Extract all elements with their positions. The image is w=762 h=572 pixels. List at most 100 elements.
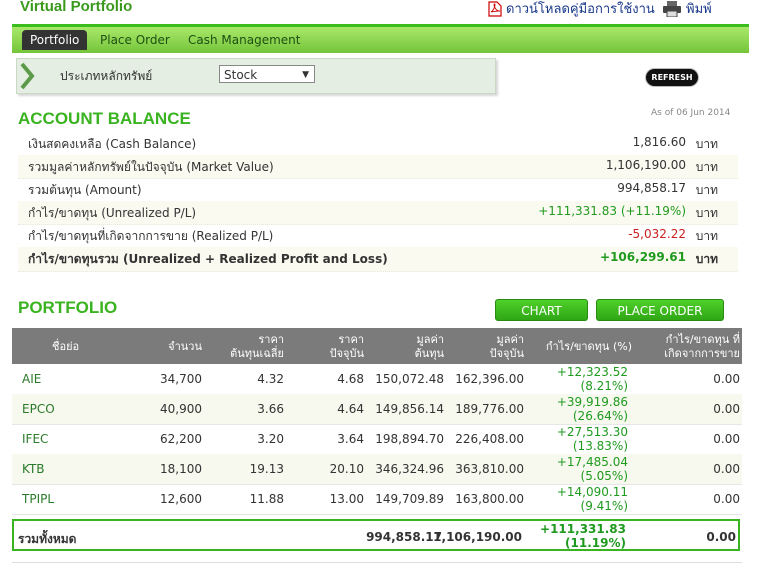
cell-pl-pct: (26.64%) [572,409,628,423]
cell-cost-value: 346,324.96 [375,462,444,476]
cell-pl-amount: +14,090.11 [556,485,628,499]
as-of-date: As of 06 Jun 2014 [651,108,731,118]
security-type-value: Stock [224,68,258,82]
table-row[interactable]: KTB 18,100 19.13 20.10 346,324.96 363,81… [12,454,742,485]
cell-cost-value: 150,072.48 [375,372,444,386]
chevron-down-icon: ▼ [302,70,309,80]
main-nav: Portfolio Place Order Cash Management [12,24,749,53]
row-label: เงินสดคงเหลือ (Cash Balance) [28,137,197,151]
tab-cash-management[interactable]: Cash Management [180,30,308,50]
portfolio-title: PORTFOLIO [18,298,118,317]
cell-volume: 40,900 [160,402,202,416]
col-avg-cost-line1: ราคา [258,333,284,346]
place-order-button[interactable]: PLACE ORDER [596,299,724,321]
total-pl-amount: +111,331.83 [540,522,626,536]
row-label: รวมมูลค่าหลักทรัพย์ในปัจจุบัน (Market Va… [28,160,274,174]
tab-place-order[interactable]: Place Order [92,30,178,50]
cell-pl-pct: (13.83%) [572,439,628,453]
divider [12,562,742,563]
chart-button[interactable]: CHART [495,299,588,321]
printer-icon [663,0,681,17]
row-unit: บาท [695,252,718,266]
cell-avg-cost: 19.13 [249,462,284,476]
col-volume: จำนวน [168,340,202,353]
cell-avg-cost: 3.66 [257,402,284,416]
cell-pl-amount: +27,513.30 [556,425,628,439]
col-symbol: ชื่อย่อ [52,340,80,353]
row-unit: บาท [695,206,718,220]
total-pl: +111,331.83 (11.19%) [540,522,626,550]
row-value: -5,032.22 [628,227,686,241]
cell-cost-value: 149,856.14 [375,402,444,416]
account-balance-title: ACCOUNT BALANCE [18,109,191,128]
row-value: +106,299.61 [600,250,686,264]
cell-price: 4.68 [337,372,364,386]
total-label: รวมทั้งหมด [18,532,77,546]
cell-avg-cost: 4.32 [257,372,284,386]
cash-balance-row: เงินสดคงเหลือ (Cash Balance) 1,816.60 บา… [18,132,738,156]
pdf-icon [488,0,502,17]
portfolio-total-row: รวมทั้งหมด 994,858.17 1,106,190.00 +111,… [12,519,740,551]
row-value: 994,858.17 [617,181,686,195]
table-row[interactable]: EPCO 40,900 3.66 4.64 149,856.14 189,776… [12,394,742,425]
cell-volume: 18,100 [160,462,202,476]
col-cost-value: มูลค่า ต้นทุน [380,333,444,361]
cell-symbol[interactable]: TPIPL [22,492,54,506]
cell-cost-value: 149,709.89 [375,492,444,506]
print-link[interactable]: พิมพ์ [662,0,712,19]
col-price: ราคา ปัจจุบัน [298,333,364,361]
security-type-select[interactable]: Stock ▼ [219,65,315,83]
cell-pl: +17,485.04 (5.05%) [557,455,628,483]
security-type-label: ประเภทหลักทรัพย์ [60,69,153,83]
total-cost-value: 994,858.17 [366,530,442,544]
market-value-row: รวมมูลค่าหลักทรัพย์ในปัจจุบัน (Market Va… [18,155,738,179]
cell-pl: +27,513.30 (13.83%) [557,425,628,453]
cell-pl-pct: (9.41%) [580,499,628,513]
table-row[interactable]: IFEC 62,200 3.20 3.64 198,894.70 226,408… [12,424,742,455]
cell-pl-pct: (8.21%) [580,379,628,393]
row-label: กำไร/ขาดทุน (Unrealized P/L) [28,206,197,220]
refresh-button[interactable]: REFRESH [646,69,698,86]
col-pl-pct: กำไร/ขาดทุน (%) [545,340,632,353]
total-realized: 0.00 [706,530,736,544]
cell-symbol[interactable]: IFEC [22,432,48,446]
cell-market-value: 162,396.00 [455,372,524,386]
row-unit: บาท [695,160,718,174]
cell-pl-amount: +17,485.04 [556,455,628,469]
row-value: 1,106,190.00 [605,158,686,172]
cell-realized: 0.00 [713,432,740,446]
col-realized-line2: เกิดจากการขาย [664,347,740,360]
cell-market-value: 163,800.00 [455,492,524,506]
table-row[interactable]: AIE 34,700 4.32 4.68 150,072.48 162,396.… [12,364,742,395]
tab-portfolio[interactable]: Portfolio [22,30,88,50]
row-value: 1,816.60 [632,135,686,149]
total-pl-row: กำไร/ขาดทุนรวม (Unrealized + Realized Pr… [18,247,738,272]
cell-price: 20.10 [329,462,364,476]
col-avg-cost: ราคา ต้นทุนเฉลี่ย [212,333,284,361]
total-market-value: 1,106,190.00 [433,530,522,544]
row-unit: บาท [695,229,718,243]
cell-market-value: 189,776.00 [455,402,524,416]
col-realized-line1: กำไร/ขาดทุน ที่ [665,333,740,346]
col-price-line1: ราคา [338,333,364,346]
amount-row: รวมต้นทุน (Amount) 994,858.17 บาท [18,178,738,202]
cell-market-value: 363,810.00 [455,462,524,476]
print-label: พิมพ์ [686,2,712,17]
cell-symbol[interactable]: AIE [22,372,41,386]
row-label: รวมต้นทุน (Amount) [28,183,142,197]
unrealized-pl-row: กำไร/ขาดทุน (Unrealized P/L) +111,331.83… [18,201,738,225]
cell-realized: 0.00 [713,402,740,416]
cell-realized: 0.00 [713,462,740,476]
col-cost-value-line2: ต้นทุน [414,347,444,360]
col-market-value: มูลค่า ปัจจุบัน [456,333,524,361]
cell-volume: 34,700 [160,372,202,386]
cell-market-value: 226,408.00 [455,432,524,446]
download-manual-link[interactable]: ดาวน์โหลดคู่มือการใช้งาน [488,0,655,19]
cell-symbol[interactable]: EPCO [22,402,55,416]
cell-symbol[interactable]: KTB [22,462,45,476]
portfolio-table-header [12,328,742,364]
cell-price: 4.64 [337,402,364,416]
table-row[interactable]: TPIPL 12,600 11.88 13.00 149,709.89 163,… [12,484,742,515]
cell-volume: 12,600 [160,492,202,506]
cell-volume: 62,200 [160,432,202,446]
